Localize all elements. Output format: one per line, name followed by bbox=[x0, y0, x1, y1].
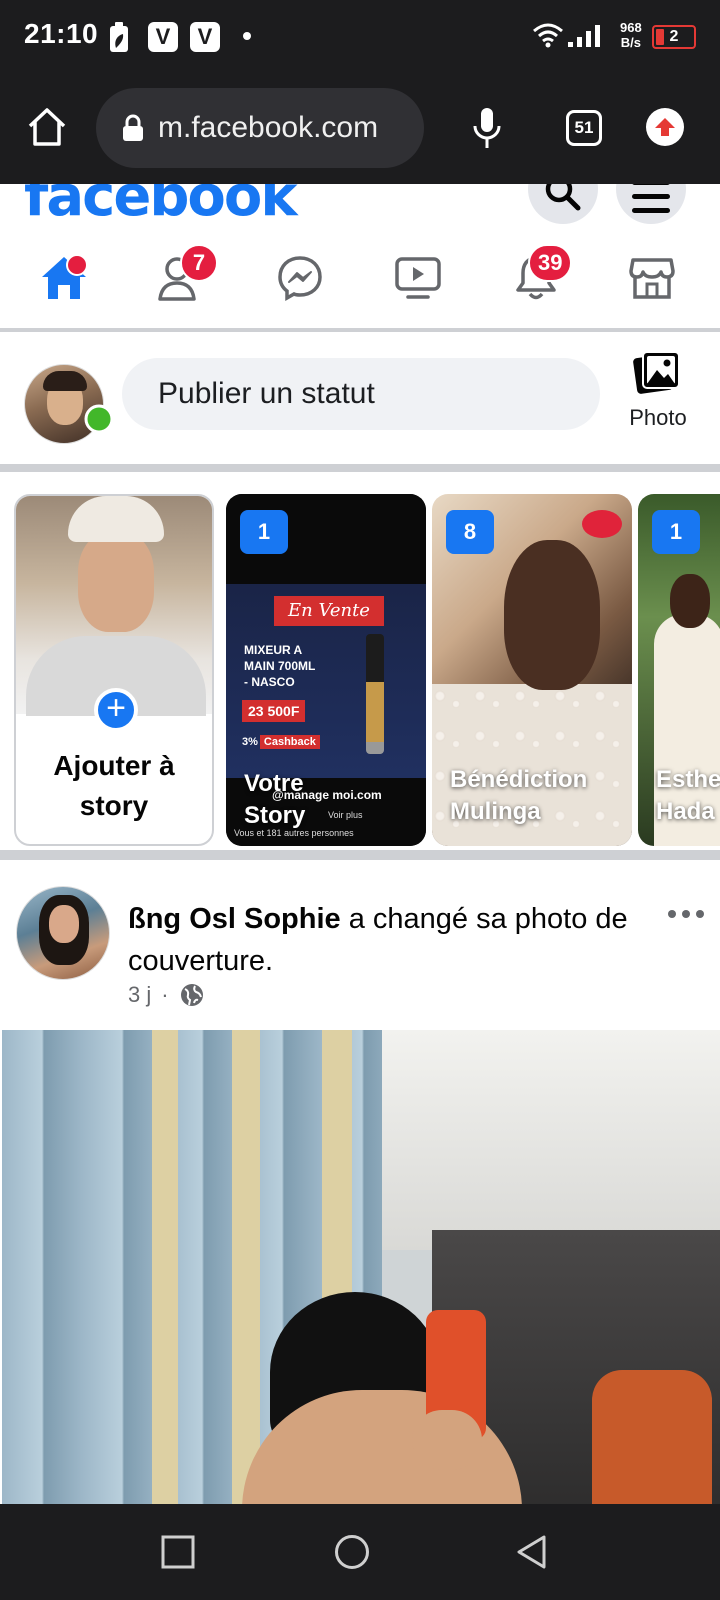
status-time: 21:10 bbox=[24, 18, 99, 49]
messenger-icon bbox=[278, 256, 322, 301]
lock-icon bbox=[123, 114, 143, 141]
photo-label: Photo bbox=[629, 405, 687, 430]
stories-tray: + Ajouter à story En Vente MIXEUR A MAIN… bbox=[0, 472, 720, 860]
nav-friends[interactable]: 7 bbox=[152, 244, 218, 304]
video-icon bbox=[395, 257, 441, 299]
post-time[interactable]: 3 j bbox=[128, 982, 151, 1008]
microphone-icon[interactable] bbox=[472, 106, 502, 150]
status-bar: 21:10 V V 968 B/s 2 bbox=[0, 0, 720, 72]
recent-apps-icon[interactable] bbox=[160, 1534, 196, 1570]
network-speed: 968 B/s bbox=[620, 20, 642, 50]
more-options-icon[interactable] bbox=[666, 904, 706, 924]
marketplace-icon bbox=[629, 258, 675, 299]
story-ad-poster: En Vente MIXEUR A MAIN 700ML - NASCO 23 … bbox=[226, 584, 426, 778]
story-create-photo bbox=[16, 496, 212, 716]
notification-app-icon: V bbox=[148, 22, 178, 52]
hamburger-menu-icon bbox=[632, 184, 670, 213]
story-create-card[interactable]: + Ajouter à story bbox=[14, 494, 214, 846]
photo-button[interactable]: Photo bbox=[620, 350, 696, 431]
facebook-header: facebook bbox=[0, 184, 720, 232]
facebook-logo[interactable]: facebook bbox=[24, 184, 298, 229]
feed-post: ßng Osl Sophie a changé sa photo de couv… bbox=[0, 860, 720, 1504]
facebook-nav: 7 39 bbox=[0, 232, 720, 332]
story-card[interactable]: En Vente MIXEUR A MAIN 700ML - NASCO 23 … bbox=[226, 494, 426, 846]
battery-indicator: 2 bbox=[652, 25, 696, 49]
address-bar[interactable]: m.facebook.com bbox=[96, 88, 424, 168]
status-input[interactable]: Publier un statut bbox=[122, 358, 600, 430]
story-name: Bénédiction Mulinga bbox=[450, 766, 588, 825]
nav-watch[interactable] bbox=[388, 252, 448, 304]
more-notifications-dot bbox=[243, 32, 251, 40]
notifications-badge: 39 bbox=[528, 244, 573, 282]
story-create-label: Ajouter à story bbox=[53, 750, 175, 821]
nav-home-dot bbox=[66, 254, 88, 276]
search-button[interactable] bbox=[528, 184, 598, 224]
post-photo[interactable] bbox=[2, 1030, 720, 1504]
wifi-icon bbox=[533, 23, 563, 48]
url-text: m.facebook.com bbox=[158, 111, 379, 144]
friends-badge: 7 bbox=[180, 244, 218, 282]
home-icon[interactable] bbox=[26, 106, 68, 148]
status-composer: Publier un statut Photo bbox=[0, 336, 720, 472]
signal-icon bbox=[568, 25, 600, 47]
nav-messenger[interactable] bbox=[270, 252, 330, 304]
online-status-dot bbox=[84, 404, 114, 434]
photo-icon bbox=[633, 351, 680, 394]
search-icon bbox=[545, 184, 581, 211]
nav-marketplace[interactable] bbox=[622, 252, 682, 304]
arrow-up-icon bbox=[655, 118, 675, 136]
browser-update-button[interactable] bbox=[646, 108, 684, 146]
menu-button[interactable] bbox=[616, 184, 686, 224]
post-author-avatar[interactable] bbox=[16, 886, 110, 980]
blender-image bbox=[366, 634, 384, 754]
post-meta: 3 j · bbox=[128, 982, 205, 1008]
story-card[interactable]: 8 Bénédiction Mulinga bbox=[432, 494, 632, 846]
story-name: Esther Hada bbox=[656, 766, 720, 825]
nav-notifications[interactable]: 39 bbox=[506, 244, 573, 304]
story-count-badge: 1 bbox=[652, 510, 700, 554]
browser-toolbar: m.facebook.com 51 bbox=[0, 72, 720, 184]
story-name: Votre Story bbox=[244, 770, 306, 829]
add-story-plus-icon[interactable]: + bbox=[94, 688, 138, 732]
notification-app-icon: V bbox=[190, 22, 220, 52]
home-circle-icon[interactable] bbox=[334, 1534, 370, 1570]
battery-saver-icon bbox=[110, 22, 128, 52]
story-count-badge: 1 bbox=[240, 510, 288, 554]
back-triangle-icon[interactable] bbox=[514, 1534, 550, 1570]
system-navigation-bar bbox=[0, 1504, 720, 1600]
story-count-badge: 8 bbox=[446, 510, 494, 554]
globe-icon bbox=[180, 984, 203, 1006]
post-header-text: ßng Osl Sophie a changé sa photo de couv… bbox=[128, 898, 648, 982]
nav-home[interactable] bbox=[34, 252, 94, 304]
story-card[interactable]: 1 Esther Hada bbox=[638, 494, 720, 846]
tab-switcher-button[interactable]: 51 bbox=[566, 110, 602, 146]
meta-separator: · bbox=[161, 982, 169, 1007]
post-author-name[interactable]: ßng Osl Sophie bbox=[128, 903, 341, 935]
